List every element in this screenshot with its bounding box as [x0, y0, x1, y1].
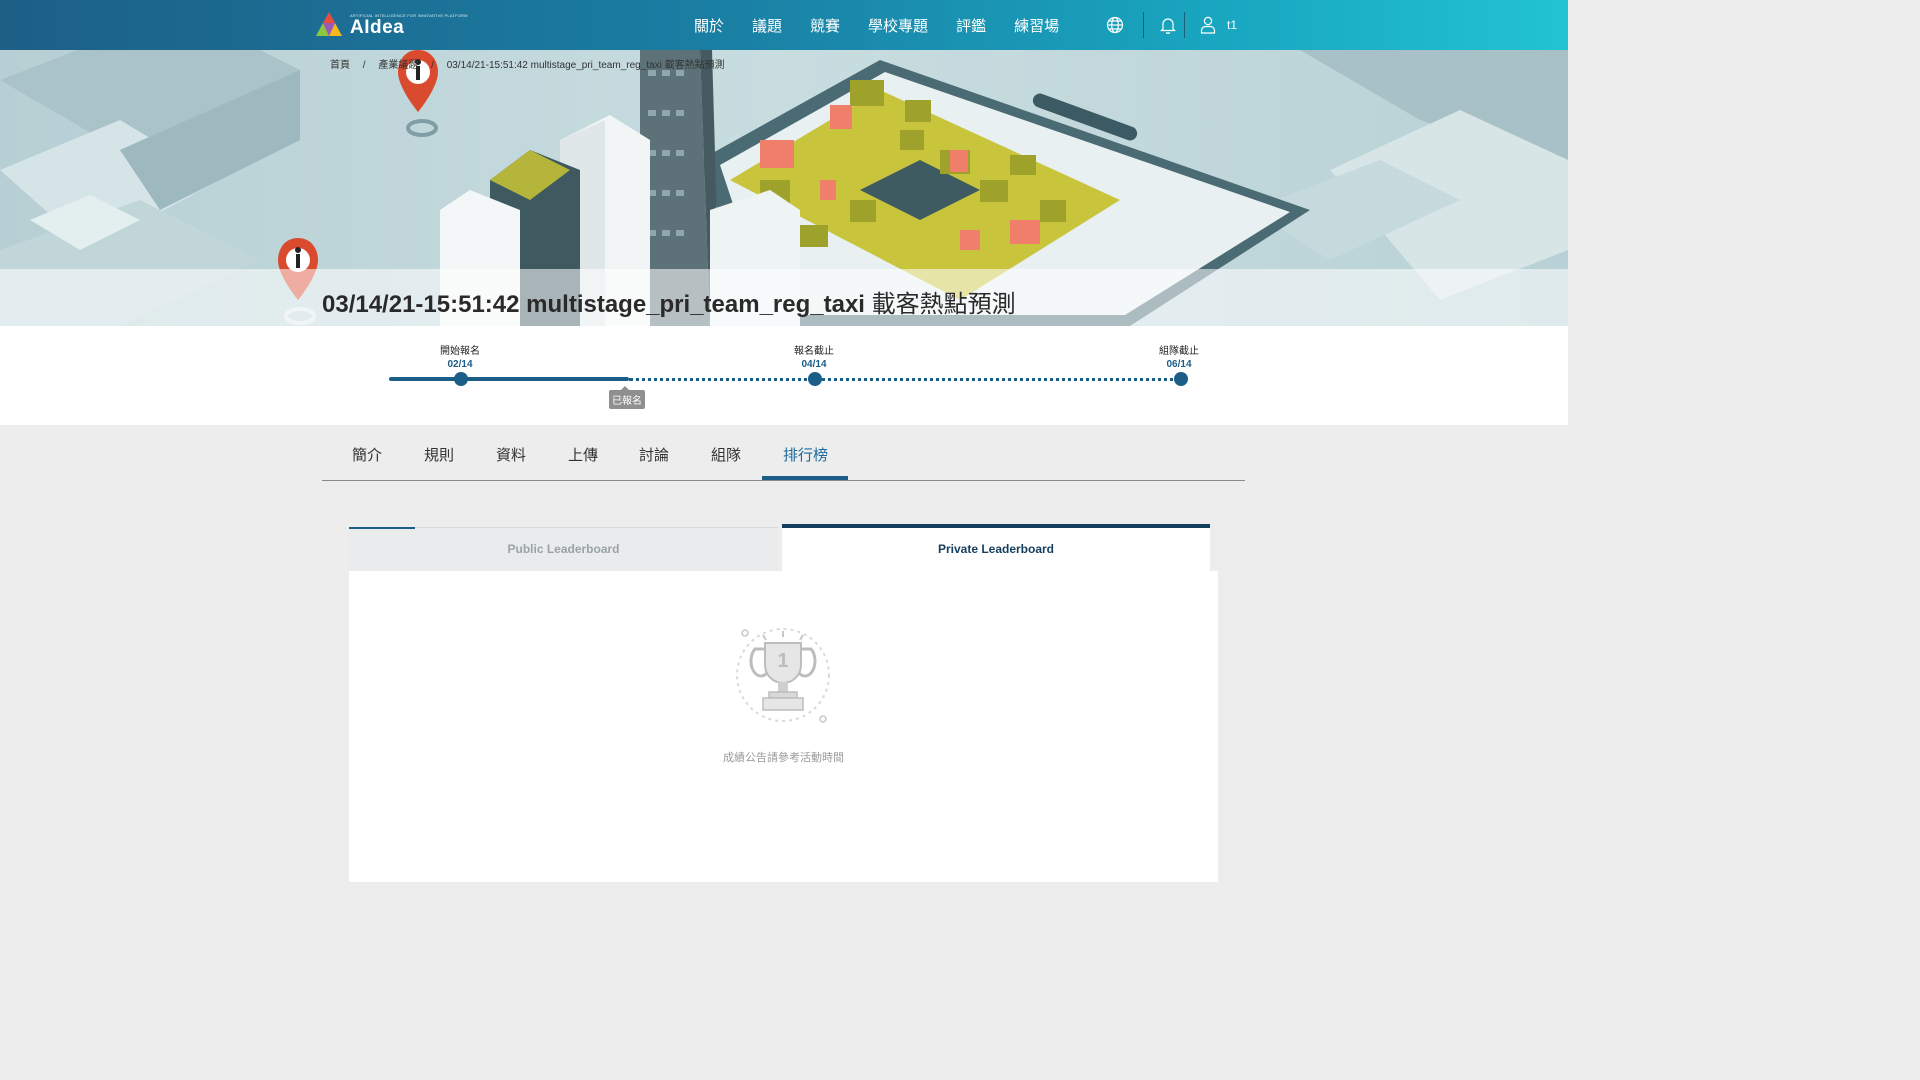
- registration-status-badge: 已報名: [609, 386, 645, 409]
- public-leaderboard-tab[interactable]: Public Leaderboard: [349, 527, 778, 571]
- timeline-remaining-track: [629, 378, 1181, 381]
- breadcrumb-separator: /: [431, 60, 434, 71]
- tab-rules[interactable]: 規則: [424, 444, 454, 465]
- tab-discussion[interactable]: 討論: [639, 444, 669, 465]
- leaderboard-empty-message: 成績公告請參考活動時間: [723, 752, 844, 764]
- breadcrumb-separator: /: [362, 60, 366, 71]
- tab-overview[interactable]: 簡介: [352, 444, 382, 465]
- nav-item-practice[interactable]: 練習場: [1014, 15, 1059, 36]
- active-tab-indicator: [762, 476, 848, 480]
- logo-name: AIdea: [350, 16, 405, 38]
- main-nav: 關於 議題 競賽 學校專題 評鑑 練習場: [680, 0, 1073, 50]
- tab-leaderboard[interactable]: 排行榜: [783, 444, 828, 465]
- notification-button[interactable]: [1153, 10, 1183, 40]
- logo-tagline: ARTIFICIAL INTELLIGENCE FOR INNOVATIVE P…: [350, 12, 468, 18]
- timeline-progress-bar: [389, 377, 629, 381]
- competition-tabs: 簡介 規則 資料 上傳 討論 組隊 排行榜: [322, 431, 1245, 481]
- nav-icon-group: t1: [1100, 0, 1237, 50]
- aidea-logo-icon: [316, 12, 342, 36]
- globe-icon: [1106, 16, 1124, 34]
- milestone-date: 04/14: [801, 359, 827, 370]
- nav-item-about[interactable]: 關於: [694, 15, 724, 36]
- user-icon: [1200, 16, 1216, 34]
- breadcrumb-current: 03/14/21-15:51:42 multistage_pri_team_re…: [446, 60, 725, 71]
- title-band: 03/14/21-15:51:42 multistage_pri_team_re…: [0, 269, 1568, 326]
- svg-text:1: 1: [777, 650, 788, 672]
- milestone-date: 02/14: [447, 359, 473, 370]
- top-navbar: ARTIFICIAL INTELLIGENCE FOR INNOVATIVE P…: [0, 0, 1568, 50]
- user-menu-button[interactable]: [1193, 10, 1223, 40]
- private-leaderboard-tab[interactable]: Private Leaderboard: [782, 524, 1210, 571]
- registration-timeline: 開始報名 02/14 報名截止 04/14 組隊截止 06/14 已報名: [0, 326, 1568, 425]
- leaderboard-panel: 1 成績公告請參考活動時間: [349, 571, 1218, 882]
- aidea-logo[interactable]: ARTIFICIAL INTELLIGENCE FOR INNOVATIVE P…: [314, 8, 468, 42]
- tab-teams[interactable]: 組隊: [711, 444, 741, 465]
- hero-banner: 首頁 / 產業議題 / 03/14/21-15:51:42 multistage…: [0, 50, 1568, 326]
- milestone-name: 開始報名: [440, 346, 480, 357]
- language-button[interactable]: [1100, 10, 1130, 40]
- page-title-en: 03/14/21-15:51:42 multistage_pri_team_re…: [322, 291, 872, 318]
- tab-data[interactable]: 資料: [496, 444, 526, 465]
- timeline-node: [808, 372, 822, 386]
- leaderboard-tabs: Public Leaderboard Private Leaderboard: [349, 524, 1210, 571]
- milestone-registration-deadline: 報名截止 04/14: [764, 342, 864, 370]
- bell-icon: [1160, 18, 1176, 34]
- breadcrumb-home[interactable]: 首頁: [330, 60, 350, 71]
- timeline-node: [454, 372, 468, 386]
- breadcrumb: 首頁 / 產業議題 / 03/14/21-15:51:42 multistage…: [330, 56, 735, 71]
- breadcrumb-topics[interactable]: 產業議題: [378, 60, 418, 71]
- timeline-node: [1174, 372, 1188, 386]
- page-title-zh: 載客熱點預測: [871, 291, 1016, 318]
- milestone-name: 報名截止: [794, 346, 834, 357]
- tab-upload[interactable]: 上傳: [568, 444, 598, 465]
- nav-item-competitions[interactable]: 競賽: [810, 15, 840, 36]
- nav-item-evaluation[interactable]: 評鑑: [956, 15, 986, 36]
- nav-divider: [1184, 12, 1185, 38]
- nav-item-school-projects[interactable]: 學校專題: [868, 15, 928, 36]
- username[interactable]: t1: [1227, 18, 1237, 32]
- nav-item-topics[interactable]: 議題: [752, 15, 782, 36]
- milestone-date: 06/14: [1166, 359, 1192, 370]
- milestone-start: 開始報名 02/14: [410, 342, 510, 370]
- nav-divider: [1143, 12, 1144, 38]
- milestone-team-deadline: 組隊截止 06/14: [1129, 342, 1229, 370]
- milestone-name: 組隊截止: [1159, 346, 1199, 357]
- page-title: 03/14/21-15:51:42 multistage_pri_team_re…: [322, 284, 1016, 319]
- trophy-icon: 1: [736, 628, 830, 723]
